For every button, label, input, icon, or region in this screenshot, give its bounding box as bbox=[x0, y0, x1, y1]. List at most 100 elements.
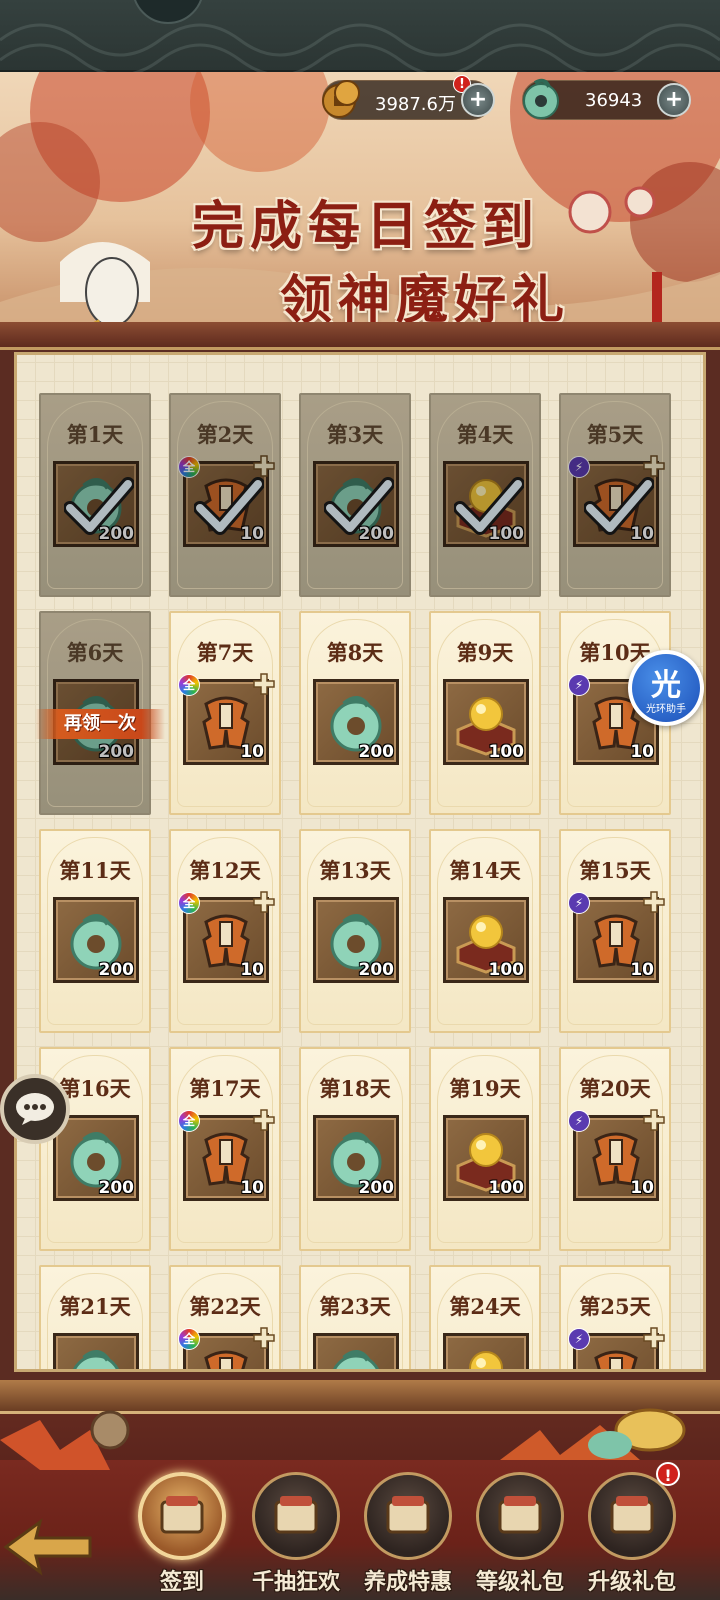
armor-piece-icon bbox=[204, 1350, 248, 1369]
event-banner: 3987.6万 ! + 36943 + 完成每日签到 领神魔好礼 bbox=[0, 72, 720, 340]
reward-quantity: 10 bbox=[630, 524, 654, 544]
day-label: 第14天 bbox=[449, 858, 521, 883]
day-label: 第1天 bbox=[66, 422, 124, 447]
day-card[interactable]: 第22天全 bbox=[169, 1265, 281, 1369]
day-label: 第13天 bbox=[319, 858, 391, 883]
reward-quantity: 10 bbox=[630, 742, 654, 762]
reward-quantity: 200 bbox=[98, 524, 135, 544]
day-label: 第17天 bbox=[189, 1076, 261, 1101]
day-label: 第12天 bbox=[189, 858, 261, 883]
day-card[interactable]: 第13天 200 bbox=[299, 829, 411, 1033]
day-card[interactable]: 第2天全 10 bbox=[169, 393, 281, 597]
day-card[interactable]: 第6天 200 再领一次 bbox=[35, 611, 165, 815]
tab-sign-in-scroll[interactable]: 签到 bbox=[130, 1462, 234, 1600]
item-tier-badge: 全 bbox=[178, 674, 200, 696]
day-card[interactable]: 第18天 200 bbox=[299, 1047, 411, 1251]
gift-bag-icon bbox=[498, 1496, 542, 1534]
chat-bubble-icon bbox=[16, 1093, 54, 1125]
day-card[interactable]: 第17天全 10 bbox=[169, 1047, 281, 1251]
day-card[interactable]: 第19天 100 bbox=[429, 1047, 541, 1251]
coins-add-button[interactable]: + bbox=[461, 83, 495, 117]
item-tier-badge: ⚡ bbox=[568, 674, 590, 696]
treasure-pot-icon bbox=[610, 1496, 654, 1534]
reward-item: ⚡ 10 bbox=[568, 891, 665, 983]
reward-quantity: 200 bbox=[358, 960, 395, 980]
reward-item: 全 10 bbox=[178, 455, 275, 547]
golden-orb-chest-icon bbox=[469, 1351, 503, 1369]
reward-item: ⚡ 10 bbox=[568, 1109, 665, 1201]
plus-corner-icon bbox=[643, 891, 665, 913]
reward-item bbox=[443, 1333, 529, 1369]
day-card[interactable]: 第20天 ⚡ 10 bbox=[559, 1047, 671, 1251]
day-label: 第19天 bbox=[449, 1076, 521, 1101]
reward-item: ⚡ bbox=[568, 1327, 665, 1369]
reward-item: 200 bbox=[53, 461, 139, 547]
day-label: 第5天 bbox=[586, 422, 644, 447]
day-card[interactable]: 第8天 200 bbox=[299, 611, 411, 815]
day-card[interactable]: 第11天 200 bbox=[39, 829, 151, 1033]
item-tier-badge: 全 bbox=[178, 1110, 200, 1132]
tab-label: 升级礼包 bbox=[587, 1569, 676, 1595]
assistant-glyph: 光 bbox=[651, 668, 681, 703]
assistant-label: 光环助手 bbox=[646, 704, 686, 715]
banner-title-line1: 完成每日签到 bbox=[192, 196, 541, 257]
day-label: 第22天 bbox=[189, 1294, 261, 1319]
day-card[interactable]: 第25天 ⚡ bbox=[559, 1265, 671, 1369]
coins-counter: 3987.6万 ! + bbox=[322, 75, 495, 120]
reward-item: 100 bbox=[443, 897, 529, 983]
day-card[interactable]: 第4天 100 bbox=[429, 393, 541, 597]
reward-quantity: 200 bbox=[358, 742, 395, 762]
day-label: 第2天 bbox=[196, 422, 254, 447]
tab-cards[interactable]: 千抽狂欢 bbox=[244, 1462, 348, 1600]
day-card[interactable]: 第9天 100 bbox=[429, 611, 541, 815]
day-card[interactable]: 第12天全 10 bbox=[169, 829, 281, 1033]
copper-coins-icon bbox=[322, 80, 360, 118]
reward-quantity: 200 bbox=[98, 742, 135, 762]
reward-quantity: 100 bbox=[488, 524, 525, 544]
tab-label: 养成特惠 bbox=[363, 1569, 452, 1595]
item-tier-badge: ⚡ bbox=[568, 892, 590, 914]
day-card[interactable]: 第23天 bbox=[299, 1265, 411, 1369]
tab-label: 等级礼包 bbox=[475, 1569, 564, 1595]
reward-quantity: 200 bbox=[98, 1178, 135, 1198]
reward-quantity: 10 bbox=[630, 960, 654, 980]
day-label: 第3天 bbox=[326, 422, 384, 447]
jade-add-button[interactable]: + bbox=[657, 83, 691, 117]
day-card[interactable]: 第7天全 10 bbox=[169, 611, 281, 815]
tab-treasure-chest[interactable]: 养成特惠 bbox=[356, 1462, 460, 1600]
day-card[interactable]: 第1天 200 bbox=[39, 393, 151, 597]
item-tier-badge: 全 bbox=[178, 892, 200, 914]
tab-alert-badge: ! bbox=[656, 1462, 680, 1486]
assistant-float-button[interactable]: 光 光环助手 bbox=[628, 650, 704, 726]
reward-quantity: 100 bbox=[488, 960, 525, 980]
day-label: 第21天 bbox=[59, 1294, 131, 1319]
item-tier-badge: ⚡ bbox=[568, 1110, 590, 1132]
day-card[interactable]: 第5天 ⚡ 10 bbox=[559, 393, 671, 597]
day-label: 第23天 bbox=[319, 1294, 391, 1319]
reward-item: ⚡ 10 bbox=[568, 455, 665, 547]
day-card[interactable]: 第24天 bbox=[429, 1265, 541, 1369]
reward-item: 全 10 bbox=[178, 1109, 275, 1201]
tab-treasure-pot[interactable]: ! 升级礼包 bbox=[580, 1462, 684, 1600]
plus-corner-icon bbox=[253, 673, 275, 695]
plus-corner-icon bbox=[643, 1327, 665, 1349]
reward-quantity: 10 bbox=[240, 960, 264, 980]
plus-corner-icon bbox=[643, 1109, 665, 1131]
day-card[interactable]: 第3天 200 bbox=[299, 393, 411, 597]
reward-quantity: 200 bbox=[358, 524, 395, 544]
back-arrow-button[interactable] bbox=[0, 1512, 96, 1582]
coins-value: 3987.6万 bbox=[375, 94, 456, 115]
day-label: 第25天 bbox=[579, 1294, 651, 1319]
day-card[interactable]: 第14天 100 bbox=[429, 829, 541, 1033]
day-card[interactable]: 第15天 ⚡ 10 bbox=[559, 829, 671, 1033]
reward-item: 全 bbox=[178, 1327, 275, 1369]
tab-gift-bag[interactable]: 等级礼包 bbox=[468, 1462, 572, 1600]
day-label: 第6天 bbox=[66, 640, 124, 665]
day-label: 第20天 bbox=[579, 1076, 651, 1101]
chat-button[interactable] bbox=[0, 1074, 70, 1144]
reward-item: 全 10 bbox=[178, 891, 275, 983]
plus-corner-icon bbox=[253, 1109, 275, 1131]
reclaim-again-button[interactable]: 再领一次 bbox=[35, 709, 165, 739]
day-card[interactable]: 第21天 bbox=[39, 1265, 151, 1369]
reward-quantity: 10 bbox=[240, 1178, 264, 1198]
